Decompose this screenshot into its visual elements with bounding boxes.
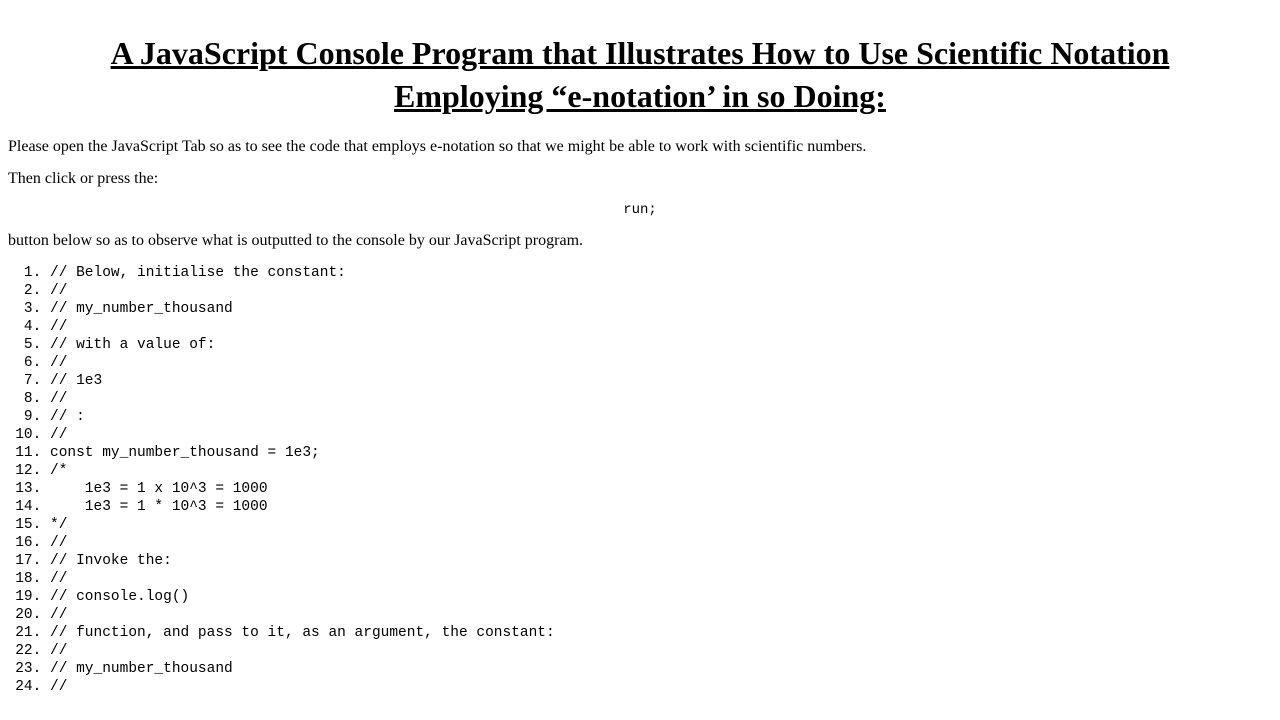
code-line: //: [50, 606, 1272, 624]
code-line: // console.log(): [50, 588, 1272, 606]
code-line: //: [50, 426, 1272, 444]
code-line: //: [50, 678, 1272, 696]
code-line: //: [50, 354, 1272, 372]
code-line: // 1e3: [50, 372, 1272, 390]
intro-paragraph-1: Please open the JavaScript Tab so as to …: [8, 138, 1272, 156]
code-line: // Below, initialise the constant:: [50, 264, 1272, 282]
code-line: //: [50, 318, 1272, 336]
code-line: //: [50, 282, 1272, 300]
code-line: //: [50, 642, 1272, 660]
page-title: A JavaScript Console Program that Illust…: [68, 32, 1212, 118]
intro-paragraph-2: Then click or press the:: [8, 170, 1272, 188]
code-line: //: [50, 390, 1272, 408]
code-line: // Invoke the:: [50, 552, 1272, 570]
code-line: /*: [50, 462, 1272, 480]
code-line: // my_number_thousand: [50, 660, 1272, 678]
code-line: // with a value of:: [50, 336, 1272, 354]
code-line: //: [50, 570, 1272, 588]
code-line: const my_number_thousand = 1e3;: [50, 444, 1272, 462]
intro-paragraph-3: button below so as to observe what is ou…: [8, 232, 1272, 250]
code-line: // my_number_thousand: [50, 300, 1272, 318]
code-line: 1e3 = 1 * 10^3 = 1000: [50, 498, 1272, 516]
code-line: // :: [50, 408, 1272, 426]
run-code-label: run;: [8, 202, 1272, 218]
code-line: //: [50, 534, 1272, 552]
code-line: */: [50, 516, 1272, 534]
code-listing: // Below, initialise the constant: // //…: [8, 264, 1272, 696]
code-line: // function, and pass to it, as an argum…: [50, 624, 1272, 642]
code-line: 1e3 = 1 x 10^3 = 1000: [50, 480, 1272, 498]
